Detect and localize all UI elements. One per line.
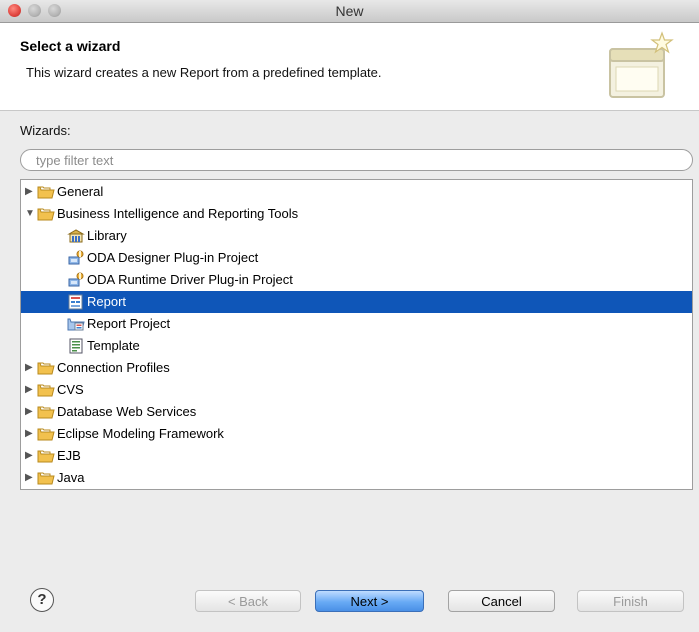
tree-item-label: ODA Designer Plug-in Project	[87, 250, 259, 265]
back-button[interactable]: < Back	[195, 590, 301, 612]
report-icon	[67, 294, 85, 310]
next-button[interactable]: Next >	[315, 590, 424, 612]
expand-triangle-icon[interactable]: ▶	[25, 401, 37, 423]
folder-icon	[37, 448, 55, 464]
expand-triangle-icon[interactable]: ▶	[25, 467, 37, 489]
tree-item-label: Java	[57, 470, 85, 485]
folder-icon	[37, 206, 55, 222]
expand-triangle-icon[interactable]: ▶	[25, 423, 37, 445]
collapse-triangle-icon[interactable]: ▼	[25, 203, 37, 225]
tree-item-ejb[interactable]: ▶ EJB	[21, 445, 692, 467]
tree-item-general[interactable]: ▶ General	[21, 181, 692, 203]
expand-triangle-icon[interactable]: ▶	[25, 181, 37, 203]
wizard-tree[interactable]: ▶ General ▼ Business Intelligence and Repor…	[20, 179, 693, 490]
tree-item-library[interactable]: Library	[21, 225, 692, 247]
wizard-header: Select a wizard This wizard creates a ne…	[0, 23, 699, 111]
tree-item-label: Eclipse Modeling Framework	[57, 426, 224, 441]
expand-triangle-icon[interactable]: ▶	[25, 445, 37, 467]
plugin-project-icon	[67, 272, 85, 288]
tree-item-label: Report Project	[87, 316, 171, 331]
window-title: New	[335, 3, 364, 19]
wizards-label: Wizards:	[20, 123, 71, 138]
tree-item-label: ODA Runtime Driver Plug-in Project	[87, 272, 293, 287]
tree-item-connection-profiles[interactable]: ▶ Connection Profiles	[21, 357, 692, 379]
title-bar: New	[0, 0, 699, 23]
expand-triangle-icon[interactable]: ▶	[25, 357, 37, 379]
tree-item-label: Template	[87, 338, 140, 353]
finish-button[interactable]: Finish	[577, 590, 684, 612]
tree-item-label: Database Web Services	[57, 404, 197, 419]
report-project-icon	[67, 316, 85, 332]
expand-triangle-icon[interactable]: ▶	[25, 379, 37, 401]
tree-item-java[interactable]: ▶ Java	[21, 467, 692, 489]
folder-icon	[37, 404, 55, 420]
tree-item-label: Business Intelligence and Reporting Tool…	[57, 206, 299, 221]
tree-item-label: Library	[87, 228, 127, 243]
tree-item-label: Connection Profiles	[57, 360, 170, 375]
cancel-button[interactable]: Cancel	[448, 590, 555, 612]
tree-item-report-project[interactable]: Report Project	[21, 313, 692, 335]
folder-icon	[37, 426, 55, 442]
tree-item-label: General	[57, 184, 104, 199]
tree-item-business-intelligence-and-reporting-tools[interactable]: ▼ Business Intelligence and Reporting Too…	[21, 203, 692, 225]
tree-item-cvs[interactable]: ▶ CVS	[21, 379, 692, 401]
header-description: This wizard creates a new Report from a …	[26, 65, 382, 80]
folder-icon	[37, 382, 55, 398]
tree-item-eclipse-modeling-framework[interactable]: ▶ Eclipse Modeling Framework	[21, 423, 692, 445]
library-icon	[67, 228, 85, 244]
tree-item-oda-runtime-driver-plug-in-project[interactable]: ODA Runtime Driver Plug-in Project	[21, 269, 692, 291]
tree-item-label: Report	[87, 294, 127, 309]
tree-item-database-web-services[interactable]: ▶ Database Web Services	[21, 401, 692, 423]
tree-item-label: CVS	[57, 382, 84, 397]
tree-item-label: EJB	[57, 448, 81, 463]
template-icon	[67, 338, 85, 354]
filter-input[interactable]	[20, 149, 693, 171]
new-wizard-banner-icon	[606, 25, 676, 105]
tree-item-template[interactable]: Template	[21, 335, 692, 357]
folder-icon	[37, 470, 55, 486]
tree-item-oda-designer-plug-in-project[interactable]: ODA Designer Plug-in Project	[21, 247, 692, 269]
plugin-project-icon	[67, 250, 85, 266]
folder-icon	[37, 184, 55, 200]
help-button[interactable]: ?	[30, 588, 54, 612]
folder-icon	[37, 360, 55, 376]
tree-item-report[interactable]: Report	[21, 291, 692, 313]
header-title: Select a wizard	[20, 38, 121, 54]
